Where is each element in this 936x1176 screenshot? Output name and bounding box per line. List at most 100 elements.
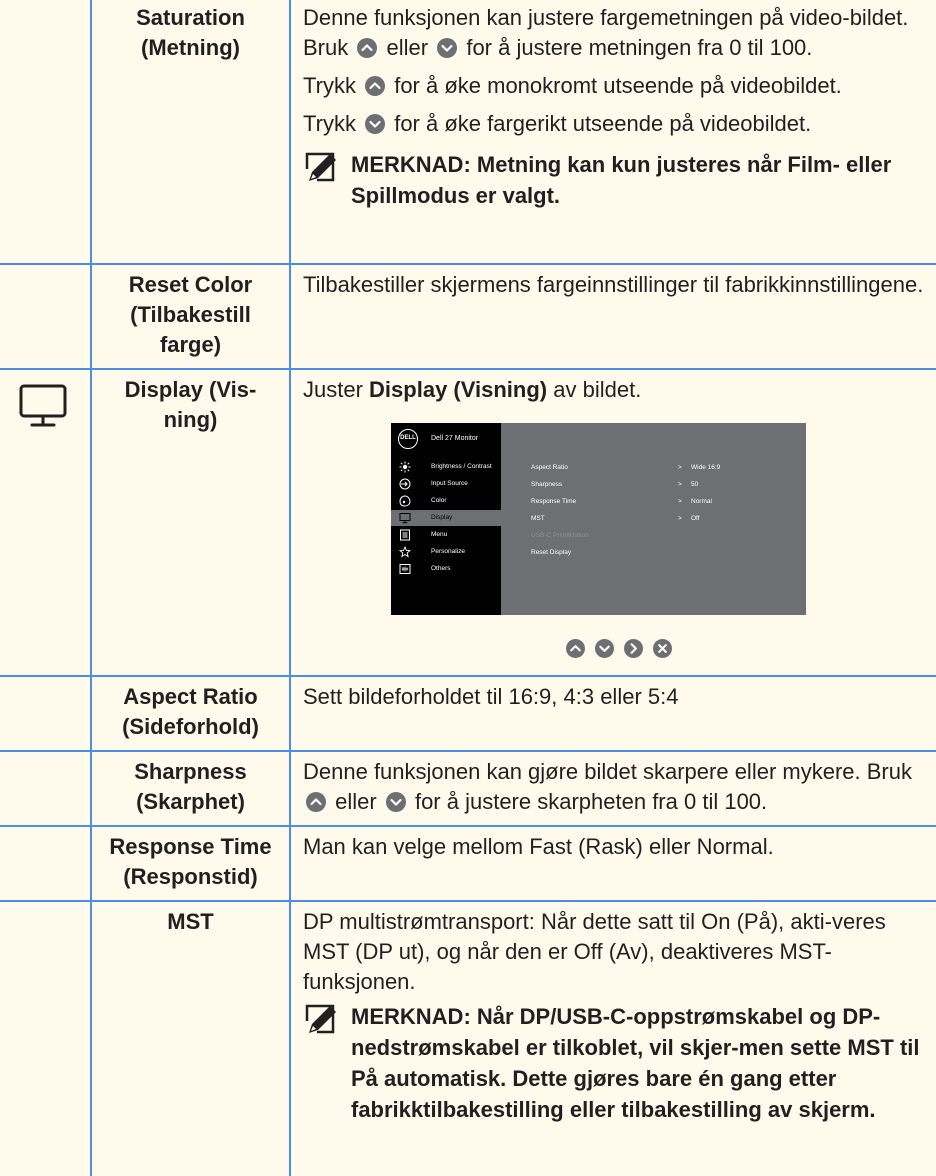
icon-cell bbox=[0, 675, 92, 752]
text-part: for å øke fargerikt utseende på videobil… bbox=[394, 111, 812, 136]
table-row-reset-color: Reset Color (Tilbakestill farge) Tilbake… bbox=[0, 263, 936, 370]
desc-cell: Denne funksjonen kan justere fargemetnin… bbox=[289, 0, 936, 265]
desc-cell: Tilbakestiller skjermens fargeinnstillin… bbox=[289, 263, 936, 370]
text-part: eller bbox=[386, 35, 429, 60]
osd-screenshot: DELL Dell 27 Monitor Brightness / Contra… bbox=[391, 423, 806, 675]
up-button-icon[interactable] bbox=[566, 639, 585, 658]
text-part: Trykk bbox=[303, 111, 356, 136]
osd-setting-row[interactable]: Response Time > Normal bbox=[531, 495, 791, 509]
right-button-icon[interactable] bbox=[624, 639, 643, 658]
table-row-mst: MST DP multistrømtransport: Når dette sa… bbox=[0, 900, 936, 1176]
osd-setting-value: Wide 16:9 bbox=[691, 464, 721, 471]
name-cell: Reset Color (Tilbakestill farge) bbox=[90, 263, 291, 370]
icon-cell bbox=[0, 825, 92, 902]
description-text: Tilbakestiller skjermens fargeinnstillin… bbox=[303, 272, 924, 297]
pencil-note-icon bbox=[303, 1004, 336, 1035]
pencil-note-icon bbox=[303, 152, 336, 183]
text-part: av bildet. bbox=[553, 377, 642, 402]
setting-name: MST bbox=[167, 909, 214, 934]
description-text: DP multistrømtransport: Når dette satt t… bbox=[303, 909, 886, 994]
down-button-icon[interactable] bbox=[595, 639, 614, 658]
star-icon bbox=[399, 546, 411, 558]
description-text: Trykk for å øke monokromt utseende på vi… bbox=[303, 71, 924, 101]
osd-menu-item[interactable]: Menu bbox=[391, 527, 501, 543]
note: MERKNAD: Metning kan kun justeres når Fi… bbox=[303, 149, 924, 211]
osd-setting-row[interactable]: Reset Display bbox=[531, 546, 791, 560]
text-part: for å justere skarpheten fra 0 til 100. bbox=[414, 789, 768, 814]
text-part: for å justere metningen fra 0 til 100. bbox=[466, 35, 813, 60]
osd-setting-key: Aspect Ratio bbox=[531, 464, 568, 471]
dell-logo: DELL bbox=[398, 429, 418, 449]
icon-cell bbox=[0, 0, 92, 265]
osd-menu-label: Others bbox=[431, 565, 451, 572]
osd-menu-label: Menu bbox=[431, 531, 448, 538]
desc-cell: Juster Display (Visning) av bildet. DELL… bbox=[289, 368, 936, 677]
name-cell: Response Time (Responstid) bbox=[90, 825, 291, 902]
osd-menu-label: Input Source bbox=[431, 480, 468, 487]
desc-cell: Denne funksjonen kan gjøre bildet skarpe… bbox=[289, 750, 936, 827]
description-text: Denne funksjonen kan justere fargemetnin… bbox=[303, 3, 924, 63]
description-text: Man kan velge mellom Fast (Rask) eller N… bbox=[303, 834, 774, 859]
table-row-saturation: Saturation (Metning) Denne funksjonen ka… bbox=[0, 0, 936, 265]
icon-cell bbox=[0, 750, 92, 827]
osd-arrow: > bbox=[678, 464, 682, 471]
down-button-icon bbox=[385, 792, 406, 812]
osd-setting-value: 50 bbox=[691, 481, 699, 488]
monitor-icon bbox=[19, 384, 67, 427]
desc-cell: Man kan velge mellom Fast (Rask) eller N… bbox=[289, 825, 936, 902]
osd-setting-row[interactable]: USB-C Prioritization bbox=[531, 529, 791, 543]
name-cell: Aspect Ratio (Sideforhold) bbox=[90, 675, 291, 752]
osd-setting-key: MST bbox=[531, 515, 545, 522]
osd-arrow: > bbox=[678, 515, 682, 522]
text-part: eller bbox=[335, 789, 377, 814]
osd-menu-item[interactable]: Personalize bbox=[391, 544, 501, 560]
text-part-bold: Display (Visning) bbox=[369, 377, 548, 402]
name-cell: Sharpness (Skarphet) bbox=[90, 750, 291, 827]
setting-name: Response Time (Responstid) bbox=[109, 834, 272, 889]
brightness-icon bbox=[399, 461, 411, 473]
osd-menu-label: Personalize bbox=[431, 548, 465, 555]
note-text: MERKNAD: Når DP/USB-C-oppstrømskabel og … bbox=[351, 1004, 920, 1122]
text-part: Juster bbox=[303, 377, 363, 402]
osd-setting-row[interactable]: Aspect Ratio > Wide 16:9 bbox=[531, 461, 791, 475]
description-text: Juster Display (Visning) av bildet. bbox=[303, 375, 924, 405]
osd-menu-item[interactable]: Display bbox=[391, 510, 501, 526]
osd-buttons bbox=[566, 639, 672, 658]
osd-menu-item[interactable]: Color bbox=[391, 493, 501, 509]
setting-name: Saturation (Metning) bbox=[136, 5, 245, 60]
osd-panel: Aspect Ratio > Wide 16:9 Sharpness >50 Respon… bbox=[501, 423, 806, 615]
osd-menu: DELL Dell 27 Monitor Brightness / Contra… bbox=[391, 423, 806, 615]
spec-table: Saturation (Metning) Denne funksjonen ka… bbox=[0, 0, 936, 1176]
osd-menu-item[interactable]: Others bbox=[391, 561, 501, 577]
name-cell: Display (Vis-ning) bbox=[90, 368, 291, 677]
setting-name: Display (Vis-ning) bbox=[124, 377, 257, 432]
description-text: Trykk for å øke fargerikt utseende på vi… bbox=[303, 109, 924, 139]
osd-menu-label: Color bbox=[431, 497, 447, 504]
osd-arrow: > bbox=[678, 481, 682, 488]
note: MERKNAD: Når DP/USB-C-oppstrømskabel og … bbox=[303, 1001, 924, 1125]
others-icon bbox=[399, 564, 411, 574]
osd-menu-item[interactable]: Brightness / Contrast bbox=[391, 459, 501, 475]
setting-name: Sharpness (Skarphet) bbox=[134, 759, 247, 814]
table-row-sharpness: Sharpness (Skarphet) Denne funksjonen ka… bbox=[0, 750, 936, 827]
down-button-icon bbox=[437, 38, 458, 58]
description-text: Sett bildeforholdet til 16:9, 4:3 eller … bbox=[303, 684, 679, 709]
description-text: Denne funksjonen kan gjøre bildet skarpe… bbox=[303, 757, 924, 817]
text-part: for å øke monokromt utseende på videobil… bbox=[394, 73, 842, 98]
osd-setting-row[interactable]: Sharpness >50 bbox=[531, 478, 791, 492]
osd-title: Dell 27 Monitor bbox=[431, 435, 479, 442]
color-icon bbox=[399, 495, 411, 507]
icon-cell bbox=[0, 900, 92, 1176]
input-source-icon bbox=[399, 478, 411, 490]
table-row-response-time: Response Time (Responstid) Man kan velge… bbox=[0, 825, 936, 902]
table-row-aspect-ratio: Aspect Ratio (Sideforhold) Sett bildefor… bbox=[0, 675, 936, 752]
osd-setting-key: Sharpness bbox=[531, 481, 563, 488]
table-row-display: Display (Vis-ning) Juster Display (Visni… bbox=[0, 368, 936, 677]
desc-cell: DP multistrømtransport: Når dette satt t… bbox=[289, 900, 936, 1176]
osd-sidebar: DELL Dell 27 Monitor Brightness / Contra… bbox=[391, 423, 501, 615]
setting-name: Reset Color (Tilbakestill farge) bbox=[128, 272, 253, 357]
close-button-icon[interactable] bbox=[653, 639, 672, 658]
name-cell: Saturation (Metning) bbox=[90, 0, 291, 265]
osd-menu-item[interactable]: Input Source bbox=[391, 476, 501, 492]
osd-setting-row[interactable]: MST > Off bbox=[531, 512, 791, 526]
